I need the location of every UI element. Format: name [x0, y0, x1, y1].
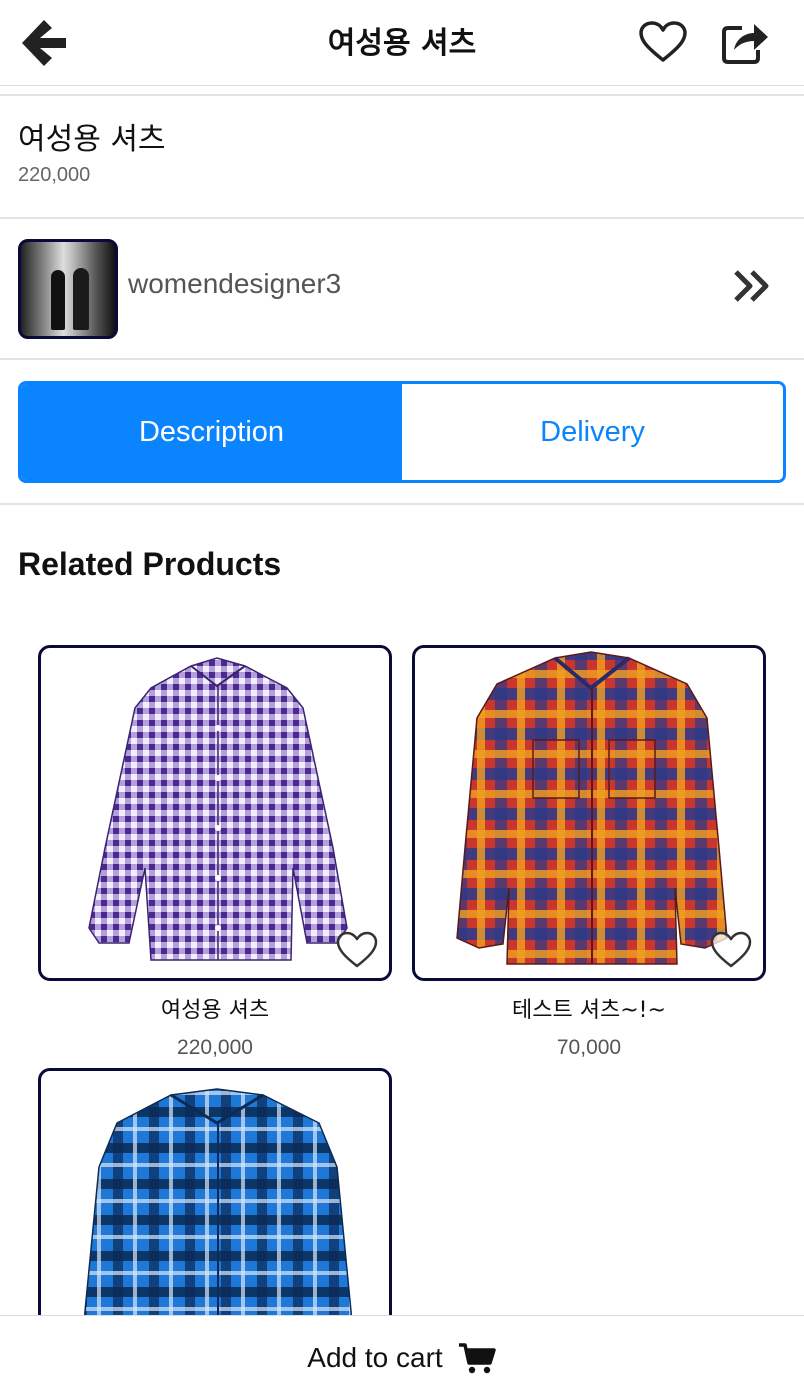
tab-bar: Description Delivery	[18, 381, 786, 483]
related-products-title: Related Products	[18, 546, 282, 582]
share-icon[interactable]	[720, 18, 770, 64]
product-card[interactable]	[38, 645, 392, 981]
seller-name: womendesigner3	[128, 268, 342, 299]
tab-description[interactable]: Description	[21, 384, 402, 480]
product-name: 여성용 셔츠	[18, 122, 166, 157]
divider	[0, 217, 804, 219]
add-to-cart-label[interactable]: Add to cart	[307, 1342, 442, 1374]
product-card-price: 220,000	[177, 1036, 253, 1059]
seller-row[interactable]: womendesigner3	[0, 220, 804, 358]
top-bar: 여성용 셔츠	[0, 0, 804, 86]
product-card-name: 여성용 셔츠	[160, 998, 270, 1023]
divider	[0, 94, 804, 96]
product-card[interactable]	[412, 645, 766, 981]
cart-icon[interactable]	[457, 1341, 497, 1375]
double-chevron-right-icon[interactable]	[730, 264, 774, 308]
heart-outline-icon[interactable]	[335, 930, 379, 970]
seller-avatar	[18, 239, 118, 339]
product-price: 220,000	[18, 164, 91, 186]
heart-outline-icon[interactable]	[638, 20, 688, 64]
heart-outline-icon[interactable]	[709, 930, 753, 970]
tab-delivery[interactable]: Delivery	[402, 384, 783, 480]
divider	[0, 358, 804, 360]
product-card-price: 70,000	[556, 1036, 622, 1059]
product-card-name: 테스트 셔츠~!~	[512, 998, 666, 1023]
divider	[0, 503, 804, 505]
add-to-cart-bar[interactable]: Add to cart	[0, 1315, 804, 1400]
